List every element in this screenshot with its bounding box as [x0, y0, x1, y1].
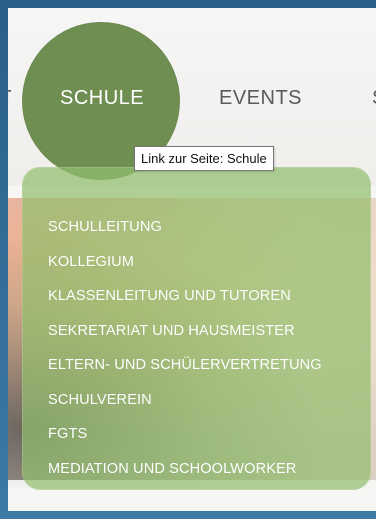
browser-viewport: T SCHULE EVENTS S SCHULLEITUNG KOLLEGIUM…	[0, 0, 376, 519]
submenu-item-klassenleitung-und-tutoren[interactable]: KLASSENLEITUNG UND TUTOREN	[48, 286, 322, 321]
submenu-item-mediation-und-schoolworker[interactable]: MEDIATION UND SCHOOLWORKER	[48, 459, 322, 494]
submenu-item-schulleitung[interactable]: SCHULLEITUNG	[48, 217, 322, 252]
submenu-item-kollegium[interactable]: KOLLEGIUM	[48, 252, 322, 287]
nav-item-next-clipped[interactable]: S	[372, 88, 376, 108]
page-content: T SCHULE EVENTS S SCHULLEITUNG KOLLEGIUM…	[8, 8, 376, 511]
link-tooltip: Link zur Seite: Schule	[134, 146, 274, 171]
submenu-item-eltern-und-schuelervertretung[interactable]: ELTERN- UND SCHÜLERVERTRETUNG	[48, 355, 322, 390]
nav-item-schule[interactable]: SCHULE	[60, 88, 144, 108]
submenu-item-sekretariat-und-hausmeister[interactable]: SEKRETARIAT UND HAUSMEISTER	[48, 321, 322, 356]
submenu-item-fgts[interactable]: FGTS	[48, 424, 322, 459]
submenu-item-schulverein[interactable]: SCHULVEREIN	[48, 390, 322, 425]
submenu-list: SCHULLEITUNG KOLLEGIUM KLASSENLEITUNG UN…	[48, 217, 322, 493]
nav-item-events[interactable]: EVENTS	[219, 88, 302, 108]
nav-item-previous-clipped[interactable]: T	[8, 88, 11, 108]
schule-submenu: SCHULLEITUNG KOLLEGIUM KLASSENLEITUNG UN…	[22, 167, 371, 490]
